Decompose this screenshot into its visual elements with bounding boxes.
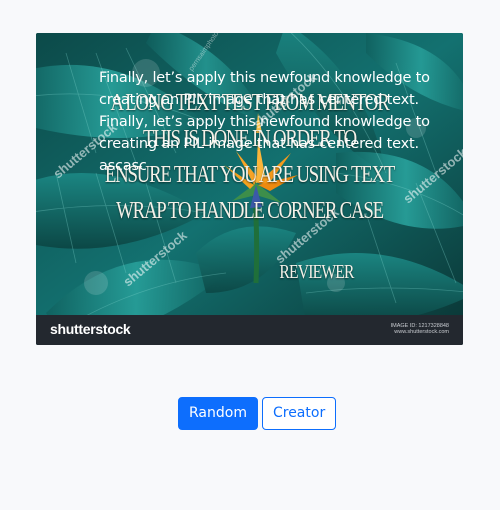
action-buttons: Random Creator <box>178 397 337 430</box>
image-site-text: www.shutterstock.com <box>394 329 449 335</box>
meme-bottom-text: REVIEWER <box>279 261 354 283</box>
random-button[interactable]: Random <box>178 397 258 430</box>
creator-button[interactable]: Creator <box>261 397 337 430</box>
page: shutterstock shutterstock shutterstock s… <box>0 0 500 510</box>
shutterstock-logo: shutterstock <box>50 321 131 337</box>
meme-line: WRAP TO HANDLE CORNER CASE <box>116 198 384 224</box>
centered-caption-text: Finally, let’s apply this newfound knowl… <box>99 70 430 174</box>
stock-footer-bar: shutterstock IMAGE ID: 1217328848 www.sh… <box>36 315 463 345</box>
image-id-info: IMAGE ID: 1217328848 www.shutterstock.co… <box>391 323 449 335</box>
